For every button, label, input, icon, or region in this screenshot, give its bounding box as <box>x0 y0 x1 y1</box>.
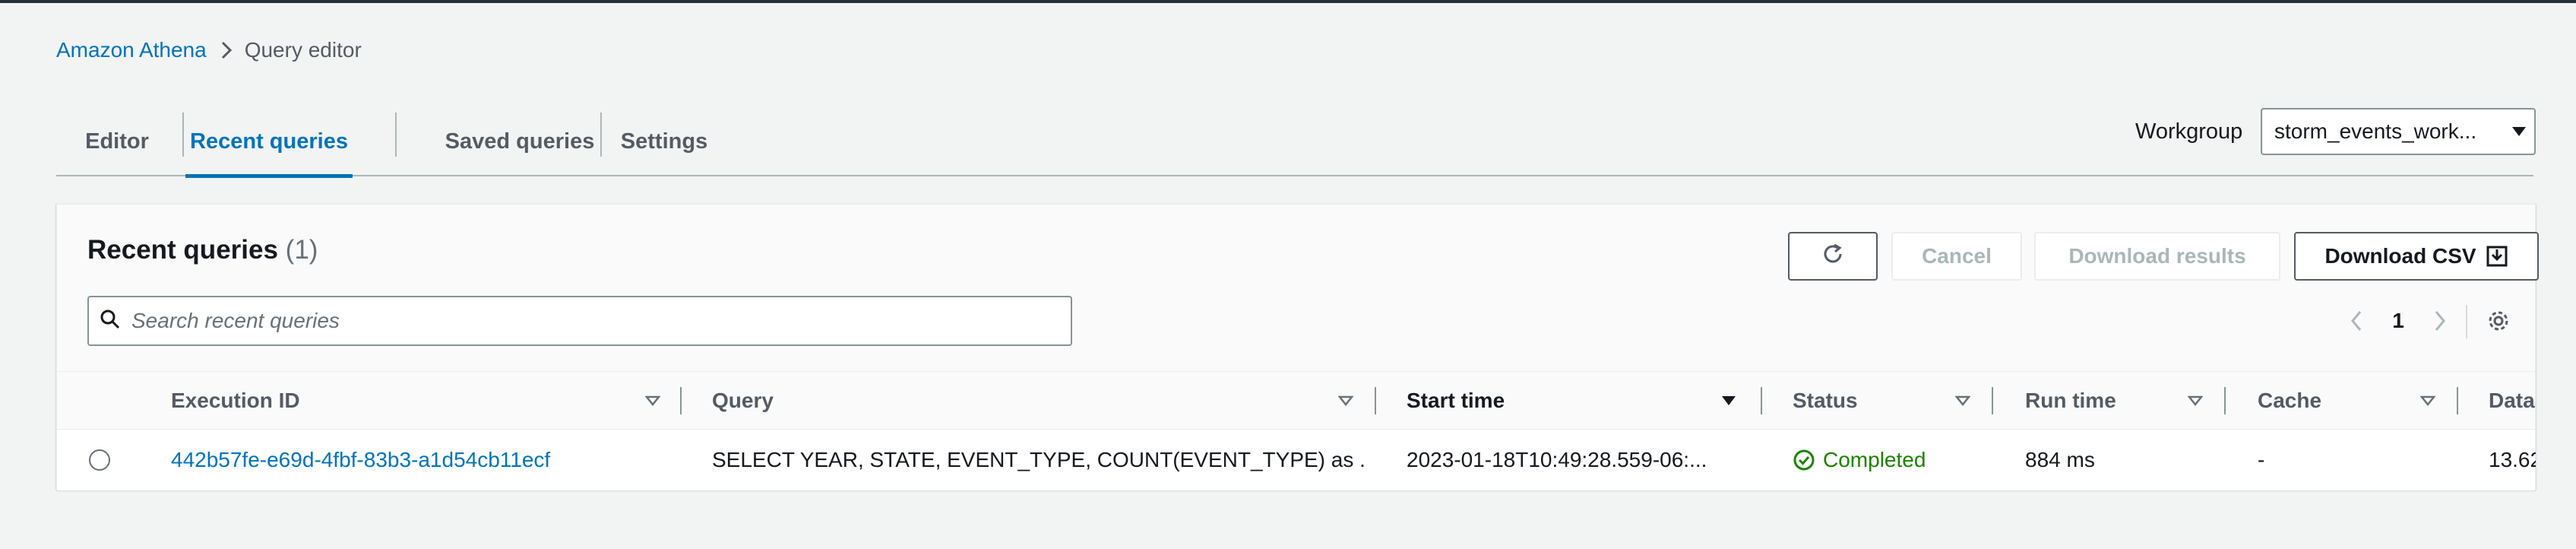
cell-query: SELECT YEAR, STATE, EVENT_TYPE, COUNT(EV… <box>712 448 1366 471</box>
cell-start-time: 2023-01-18T10:49:28.559-06:... <box>1407 448 1707 471</box>
table-header: Execution ID Query Start time Status Run… <box>57 372 2536 430</box>
column-divider[interactable] <box>1375 387 1376 414</box>
tab-divider <box>182 113 184 157</box>
sort-caret-icon[interactable] <box>1718 390 1739 411</box>
column-divider[interactable] <box>1761 387 1762 414</box>
page-number[interactable]: 1 <box>2387 302 2410 340</box>
download-csv-label: Download CSV <box>2324 244 2476 268</box>
column-divider[interactable] <box>1992 387 1993 414</box>
download-csv-button[interactable]: Download CSV <box>2294 232 2539 281</box>
search-icon <box>100 309 121 334</box>
column-run-time[interactable]: Run time <box>2025 372 2192 430</box>
download-icon <box>2486 245 2508 268</box>
tab-editor[interactable]: Editor <box>56 106 178 176</box>
cell-run-time: 884 ms <box>2025 448 2095 471</box>
table-row: 442b57fe-e69d-4fbf-83b3-a1d54cb11ecf SEL… <box>57 430 2536 490</box>
sort-caret-icon[interactable] <box>1952 390 1973 411</box>
sort-caret-icon[interactable] <box>642 390 663 411</box>
chevron-right-icon <box>220 40 233 60</box>
tab-divider <box>395 113 397 157</box>
panel-title-text: Recent queries <box>87 235 278 265</box>
chevron-left-icon[interactable] <box>2341 302 2372 340</box>
panel-title-count: (1) <box>285 235 318 265</box>
cell-data-scanned: 13.62 MB <box>2489 448 2536 471</box>
tab-settings[interactable]: Settings <box>603 106 725 176</box>
tab-recent-queries[interactable]: Recent queries <box>185 106 353 178</box>
refresh-icon <box>1819 240 1847 273</box>
column-start-time[interactable]: Start time <box>1407 372 1604 430</box>
column-query[interactable]: Query <box>712 372 940 430</box>
status-completed: Completed <box>1793 448 1926 472</box>
cell-execution-id: 442b57fe-e69d-4fbf-83b3-a1d54cb11ecf <box>171 430 688 490</box>
panel-title: Recent queries (1) <box>87 235 318 265</box>
status-success-icon <box>1793 449 1815 471</box>
column-cache[interactable]: Cache <box>2258 372 2379 430</box>
recent-queries-panel: Recent queries (1) Cancel Download resul… <box>56 204 2539 490</box>
status-text: Completed <box>1823 448 1926 471</box>
search-input[interactable] <box>131 297 1071 344</box>
column-divider[interactable] <box>2224 387 2226 414</box>
breadcrumb-amazon-athena[interactable]: Amazon Athena <box>56 38 207 62</box>
workgroup-label: Workgroup <box>2135 119 2243 144</box>
chevron-right-icon[interactable] <box>2425 302 2455 340</box>
search-box <box>87 296 1072 346</box>
top-border <box>0 0 2576 3</box>
sort-caret-icon[interactable] <box>2185 390 2206 411</box>
workgroup-value: storm_events_work... <box>2274 119 2477 143</box>
gear-icon[interactable] <box>2479 302 2517 340</box>
column-divider[interactable] <box>2457 387 2458 414</box>
execution-id-link[interactable]: 442b57fe-e69d-4fbf-83b3-a1d54cb11ecf <box>171 448 550 472</box>
cell-cache: - <box>2258 448 2265 471</box>
download-results-button[interactable]: Download results <box>2034 232 2280 281</box>
workgroup-select[interactable]: storm_events_work... <box>2261 108 2536 155</box>
sort-caret-icon[interactable] <box>1335 390 1356 411</box>
column-divider[interactable] <box>680 387 682 414</box>
refresh-button[interactable] <box>1788 232 1878 281</box>
cell-status: Completed <box>1793 430 1990 490</box>
column-data-scanned[interactable]: Data scanned <box>2489 372 2536 430</box>
cancel-button[interactable]: Cancel <box>1891 232 2022 281</box>
breadcrumb: Amazon Athena Query editor <box>56 35 362 65</box>
pagination-divider <box>2466 305 2467 338</box>
sort-caret-icon[interactable] <box>2417 390 2438 411</box>
tab-divider <box>600 113 602 157</box>
row-select-radio[interactable] <box>89 449 110 471</box>
breadcrumb-query-editor: Query editor <box>244 38 362 62</box>
caret-down-icon <box>2504 109 2534 154</box>
panel-header: Recent queries (1) Cancel Download resul… <box>57 205 2539 372</box>
column-status[interactable]: Status <box>1793 372 1929 430</box>
column-execution-id[interactable]: Execution ID <box>171 372 353 430</box>
